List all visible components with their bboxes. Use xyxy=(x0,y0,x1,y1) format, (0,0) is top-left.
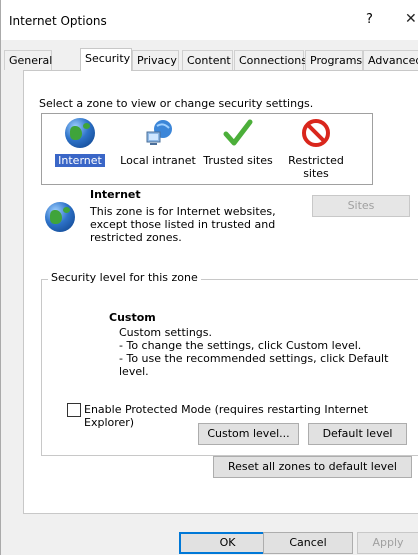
tab-general[interactable]: General xyxy=(4,50,52,70)
custom-level-button[interactable]: Custom level... xyxy=(198,423,299,445)
level-desc-line-2: - To change the settings, click Custom l… xyxy=(119,339,362,352)
cancel-button[interactable]: Cancel xyxy=(263,532,353,554)
network-computer-icon xyxy=(146,120,172,145)
tab-content[interactable]: Content xyxy=(182,50,233,70)
ok-button[interactable]: OK xyxy=(179,532,276,554)
window-title: Internet Options xyxy=(9,14,107,28)
default-level-button[interactable]: Default level xyxy=(308,423,407,445)
zone-trusted-sites-label: Trusted sites xyxy=(203,154,273,167)
checkmark-icon xyxy=(223,119,253,146)
zone-prompt: Select a zone to view or change security… xyxy=(39,97,314,110)
zone-list: Internet Local intranet Trusted sites Re… xyxy=(41,113,373,185)
globe-icon xyxy=(45,202,75,232)
zone-local-intranet-label: Local intranet xyxy=(120,154,196,167)
globe-icon xyxy=(65,118,95,148)
zone-restricted-sites-label: Restricted sites xyxy=(288,154,344,180)
security-level-legend: Security level for this zone xyxy=(48,271,201,284)
level-title: Custom xyxy=(109,311,156,324)
level-desc-line-1: Custom settings. xyxy=(119,326,213,339)
tab-connections[interactable]: Connections xyxy=(234,50,307,70)
zone-title: Internet xyxy=(90,188,141,201)
no-entry-icon xyxy=(302,119,330,147)
apply-button[interactable]: Apply xyxy=(357,532,418,554)
sites-button[interactable]: Sites xyxy=(312,195,410,217)
zone-internet-label: Internet xyxy=(55,154,105,167)
level-desc-line-3: - To use the recommended settings, click… xyxy=(119,352,389,378)
tab-strip: General Security Privacy Content Connect… xyxy=(1,48,418,71)
protected-mode-checkbox[interactable] xyxy=(67,403,81,417)
internet-options-dialog: Internet Options ? ✕ General Security Pr… xyxy=(0,0,418,555)
level-description: Custom settings. - To change the setting… xyxy=(119,326,418,378)
tab-privacy[interactable]: Privacy xyxy=(132,50,179,70)
close-button[interactable]: ✕ xyxy=(405,11,417,27)
reset-all-zones-button[interactable]: Reset all zones to default level xyxy=(213,456,412,478)
zone-internet[interactable]: Internet xyxy=(44,114,116,167)
zone-description: This zone is for Internet websites, exce… xyxy=(90,205,276,244)
tab-security[interactable]: Security xyxy=(80,48,132,71)
tab-programs[interactable]: Programs xyxy=(305,50,363,70)
help-button[interactable]: ? xyxy=(366,12,373,27)
tab-advanced[interactable]: Advanced xyxy=(363,50,418,70)
